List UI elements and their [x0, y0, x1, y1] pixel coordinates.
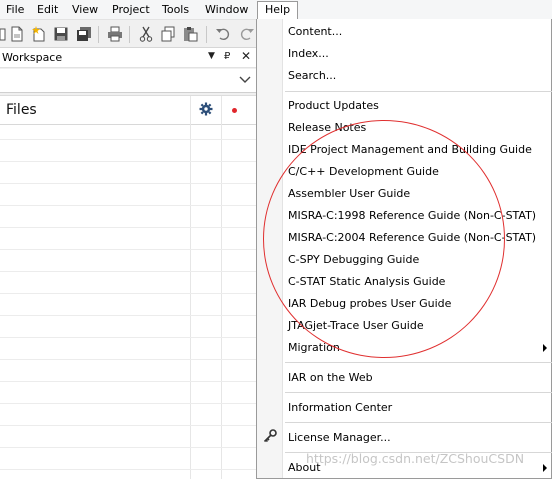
tree-row-line — [0, 403, 256, 404]
menu-item-misra-2004[interactable]: MISRA-C:2004 Reference Guide (Non-C-STAT… — [288, 228, 536, 248]
menu-separator — [285, 91, 552, 92]
submenu-arrow-icon — [543, 464, 547, 472]
paste-icon[interactable] — [182, 26, 198, 42]
save-all-icon[interactable] — [76, 26, 92, 42]
tree-row-line — [0, 249, 256, 250]
tree-row-line — [0, 315, 256, 316]
menu-window[interactable]: Window — [201, 1, 252, 19]
tree-row-line — [0, 161, 256, 162]
toolbar — [0, 21, 258, 48]
undo-icon[interactable] — [215, 26, 231, 42]
menu-item-search[interactable]: Search... — [288, 66, 336, 86]
menu-tools[interactable]: Tools — [158, 1, 193, 19]
menu-item-information-center[interactable]: Information Center — [288, 398, 392, 418]
tree-row-line — [0, 205, 256, 206]
tree-row-line — [0, 293, 256, 294]
tree-row-line — [0, 425, 256, 426]
toolbar-separator — [98, 26, 99, 43]
tree-row-line — [0, 227, 256, 228]
status-dot — [232, 108, 237, 113]
key-icon — [263, 429, 277, 446]
tree-row-line — [0, 469, 256, 470]
help-dropdown-menu: Content... Index... Search... Product Up… — [256, 19, 552, 479]
column-divider — [190, 96, 191, 479]
menu-item-migration[interactable]: Migration — [288, 338, 340, 358]
files-column-header: Files — [0, 96, 256, 125]
tree-row-line — [0, 359, 256, 360]
watermark-text: https://blog.csdn.net/ZCShouCSDN — [306, 451, 525, 466]
toolbar-separator — [206, 26, 207, 43]
chevron-down-icon[interactable] — [238, 73, 252, 87]
print-icon[interactable] — [107, 26, 123, 42]
save-icon[interactable] — [53, 26, 69, 42]
menu-item-cspy-guide[interactable]: C-SPY Debugging Guide — [288, 250, 419, 270]
menu-item-assembler-guide[interactable]: Assembler User Guide — [288, 184, 410, 204]
tree-row-line — [0, 337, 256, 338]
menu-item-cstat-guide[interactable]: C-STAT Static Analysis Guide — [288, 272, 445, 292]
menu-item-ide-guide[interactable]: IDE Project Management and Building Guid… — [288, 140, 532, 160]
copy-icon[interactable] — [160, 26, 176, 42]
menu-item-misra-1998[interactable]: MISRA-C:1998 Reference Guide (Non-C-STAT… — [288, 206, 536, 226]
menu-item-iar-on-web[interactable]: IAR on the Web — [288, 368, 373, 388]
menu-item-content[interactable]: Content... — [288, 22, 342, 42]
menu-item-product-updates[interactable]: Product Updates — [288, 96, 379, 116]
tree-row-line — [0, 139, 256, 140]
menu-project[interactable]: Project — [108, 1, 154, 19]
tree-row-line — [0, 271, 256, 272]
menu-item-debug-probes-guide[interactable]: IAR Debug probes User Guide — [288, 294, 451, 314]
menu-file[interactable]: File — [2, 1, 28, 19]
pin-icon[interactable]: ₽ — [224, 51, 230, 62]
dropdown-arrow-icon[interactable]: ▼ — [208, 51, 215, 61]
menu-separator — [285, 392, 552, 393]
submenu-arrow-icon — [543, 344, 547, 352]
toolbar-separator — [129, 26, 130, 43]
new-document-icon[interactable] — [9, 26, 25, 42]
menu-view[interactable]: View — [68, 1, 102, 19]
menu-item-license-manager[interactable]: License Manager... — [288, 428, 391, 448]
close-icon[interactable]: ✕ — [241, 49, 251, 63]
workspace-file-tree[interactable]: Files — [0, 95, 256, 479]
files-label: Files — [6, 102, 37, 118]
menu-edit[interactable]: Edit — [33, 1, 62, 19]
workspace-configuration-select[interactable] — [0, 69, 256, 93]
menu-icon-gutter — [257, 19, 283, 478]
column-divider — [221, 96, 222, 479]
menu-separator — [285, 362, 552, 363]
menu-item-index[interactable]: Index... — [288, 44, 329, 64]
redo-icon[interactable] — [239, 26, 255, 42]
cut-icon[interactable] — [138, 26, 154, 42]
gear-icon[interactable] — [199, 102, 213, 119]
menubar: File Edit View Project Tools Window Help — [0, 0, 552, 20]
workspace-title: Workspace — [2, 51, 63, 64]
new-file-star-icon[interactable] — [31, 26, 47, 42]
tree-row-line — [0, 447, 256, 448]
menu-item-release-notes[interactable]: Release Notes — [288, 118, 366, 138]
menu-item-cpp-guide[interactable]: C/C++ Development Guide — [288, 162, 439, 182]
menu-separator — [285, 422, 552, 423]
menu-help[interactable]: Help — [257, 1, 299, 19]
workspace-titlebar: Workspace ▼ ₽ ✕ — [0, 48, 256, 68]
tree-row-line — [0, 183, 256, 184]
menu-item-jtagjet-guide[interactable]: JTAGjet-Trace User Guide — [288, 316, 424, 336]
tree-row-line — [0, 381, 256, 382]
